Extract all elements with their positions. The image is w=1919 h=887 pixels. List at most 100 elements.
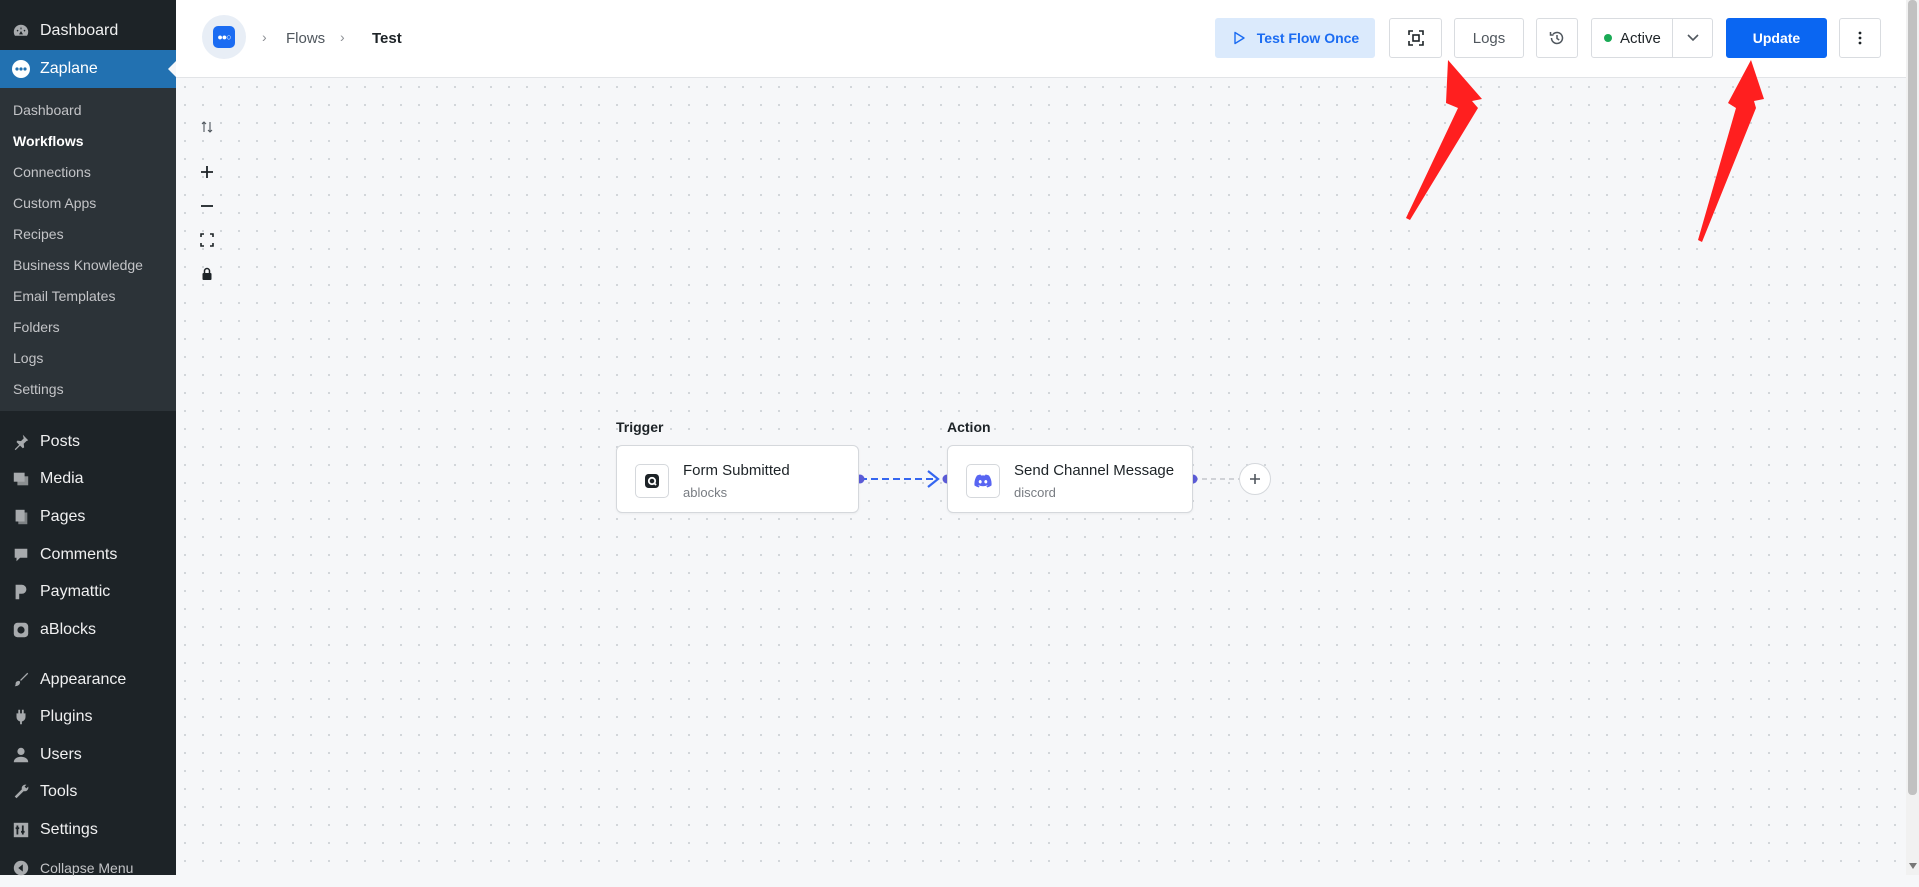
logs-label: Logs xyxy=(1472,29,1506,47)
sidebar-item-pages[interactable]: Pages xyxy=(0,498,176,536)
sidebar-item-label: Dashboard xyxy=(40,22,119,39)
fit-view-icon[interactable] xyxy=(196,229,218,251)
sidebar-item-label: Posts xyxy=(40,433,81,450)
scrollbar-thumb[interactable] xyxy=(1908,0,1917,795)
sidebar-item-comments[interactable]: Comments xyxy=(0,536,176,574)
ablocks-icon xyxy=(10,619,32,641)
more-options-button[interactable] xyxy=(1839,18,1881,58)
zoom-in-icon[interactable] xyxy=(196,161,218,183)
sidebar-item-posts[interactable]: Posts xyxy=(0,423,176,461)
sidebar-item-label: Pages xyxy=(40,508,86,525)
collapse-menu-button[interactable]: Collapse Menu xyxy=(0,849,176,887)
sidebar-item-settings[interactable]: Settings xyxy=(0,811,176,849)
submenu-item-connections[interactable]: Connections xyxy=(13,164,91,180)
submenu-item-logs[interactable]: Logs xyxy=(13,350,43,366)
sidebar-item-label: Zaplane xyxy=(40,60,98,77)
submenu-item-email-templates[interactable]: Email Templates xyxy=(13,288,115,304)
sidebar-item-label: Plugins xyxy=(40,708,93,725)
comment-icon xyxy=(10,544,32,566)
collapse-icon xyxy=(10,857,32,879)
sidebar-item-label: aBlocks xyxy=(40,621,97,638)
sidebar-item-label: Users xyxy=(40,746,82,763)
admin-sidebar: Dashboard Zaplane Dashboard Workflows Co… xyxy=(0,0,176,876)
scan-icon xyxy=(1407,30,1424,46)
status-divider xyxy=(1672,19,1673,57)
media-icon xyxy=(10,468,32,490)
breadcrumb-flows[interactable]: Flows xyxy=(286,30,325,47)
play-icon xyxy=(1234,31,1245,45)
status-select[interactable]: Active xyxy=(1591,18,1713,58)
action-app-name: discord xyxy=(1014,485,1056,500)
sidebar-item-label: Appearance xyxy=(40,671,127,688)
trigger-node[interactable]: Form Submitted ablocks xyxy=(616,445,859,513)
sidebar-item-ablocks[interactable]: aBlocks xyxy=(0,611,176,649)
trigger-app-name: ablocks xyxy=(683,485,728,500)
chevron-down-icon[interactable] xyxy=(1686,32,1700,44)
lock-icon[interactable] xyxy=(196,263,218,285)
ablocks-app-icon xyxy=(635,464,669,498)
history-button[interactable] xyxy=(1536,18,1578,58)
logs-button[interactable]: Logs xyxy=(1454,18,1524,58)
submenu-item-folders[interactable]: Folders xyxy=(13,319,60,335)
zaplane-logo[interactable]: ●●○ xyxy=(202,15,246,59)
plugin-icon xyxy=(10,706,32,728)
sort-arrows-icon[interactable] xyxy=(196,116,218,138)
submenu-item-workflows[interactable]: Workflows xyxy=(13,133,84,149)
sidebar-item-users[interactable]: Users xyxy=(0,736,176,774)
sidebar-item-label: Collapse Menu xyxy=(40,860,134,876)
update-label: Update xyxy=(1752,30,1801,46)
flow-header: ●●○ › Flows › Test Test Flow Once Logs A… xyxy=(176,0,1906,78)
chevron-right-icon: › xyxy=(262,29,267,45)
submenu-item-business-knowledge[interactable]: Business Knowledge xyxy=(13,257,143,273)
plus-icon xyxy=(1250,474,1260,484)
submenu-item-settings[interactable]: Settings xyxy=(13,381,64,397)
add-step-button[interactable] xyxy=(1239,463,1271,495)
sidebar-item-plugins[interactable]: Plugins xyxy=(0,698,176,736)
test-flow-once-button[interactable]: Test Flow Once xyxy=(1215,18,1375,58)
status-dot xyxy=(1604,34,1612,42)
zaplane-icon xyxy=(10,58,32,80)
breadcrumb-current: Test xyxy=(372,30,402,47)
zaplane-logo-icon: ●●○ xyxy=(213,26,235,48)
sidebar-item-media[interactable]: Media xyxy=(0,460,176,498)
sidebar-item-label: Media xyxy=(40,470,84,487)
action-title: Send Channel Message xyxy=(1014,462,1175,479)
update-button[interactable]: Update xyxy=(1726,18,1827,58)
active-indicator xyxy=(168,61,176,77)
sidebar-item-tools[interactable]: Tools xyxy=(0,773,176,811)
page-scrollbar[interactable] xyxy=(1906,0,1919,875)
discord-app-icon xyxy=(966,464,1000,498)
brush-icon xyxy=(10,669,32,691)
user-icon xyxy=(10,744,32,766)
more-vertical-icon xyxy=(1858,31,1862,45)
sidebar-item-appearance[interactable]: Appearance xyxy=(0,661,176,699)
pin-icon xyxy=(10,431,32,453)
pages-icon xyxy=(10,506,32,528)
trigger-section-label: Trigger xyxy=(616,419,664,435)
submenu-item-custom-apps[interactable]: Custom Apps xyxy=(13,195,96,211)
sidebar-item-label: Tools xyxy=(40,783,78,800)
submenu-item-recipes[interactable]: Recipes xyxy=(13,226,64,242)
sidebar-item-zaplane[interactable]: Zaplane xyxy=(0,50,176,88)
history-icon xyxy=(1549,31,1564,45)
action-section-label: Action xyxy=(947,419,991,435)
sidebar-item-paymattic[interactable]: Paymattic xyxy=(0,573,176,611)
submenu-item-dashboard[interactable]: Dashboard xyxy=(13,102,82,118)
settings-icon xyxy=(10,819,32,841)
screenshot-button[interactable] xyxy=(1389,18,1442,58)
status-label: Active xyxy=(1620,29,1661,47)
test-flow-once-label: Test Flow Once xyxy=(1256,30,1360,46)
sidebar-item-dashboard[interactable]: Dashboard xyxy=(0,12,176,50)
zoom-out-icon[interactable] xyxy=(196,195,218,217)
action-node[interactable]: Send Channel Message discord xyxy=(947,445,1193,513)
paymattic-icon xyxy=(10,581,32,603)
dashboard-icon xyxy=(10,20,32,42)
zaplane-submenu: Dashboard Workflows Connections Custom A… xyxy=(0,88,176,411)
sidebar-item-label: Paymattic xyxy=(40,583,111,600)
trigger-title: Form Submitted xyxy=(683,462,790,479)
wrench-icon xyxy=(10,781,32,803)
chevron-right-icon: › xyxy=(340,29,345,45)
sidebar-item-label: Settings xyxy=(40,821,98,838)
scroll-down-icon[interactable] xyxy=(1909,862,1917,870)
sidebar-item-label: Comments xyxy=(40,546,118,563)
